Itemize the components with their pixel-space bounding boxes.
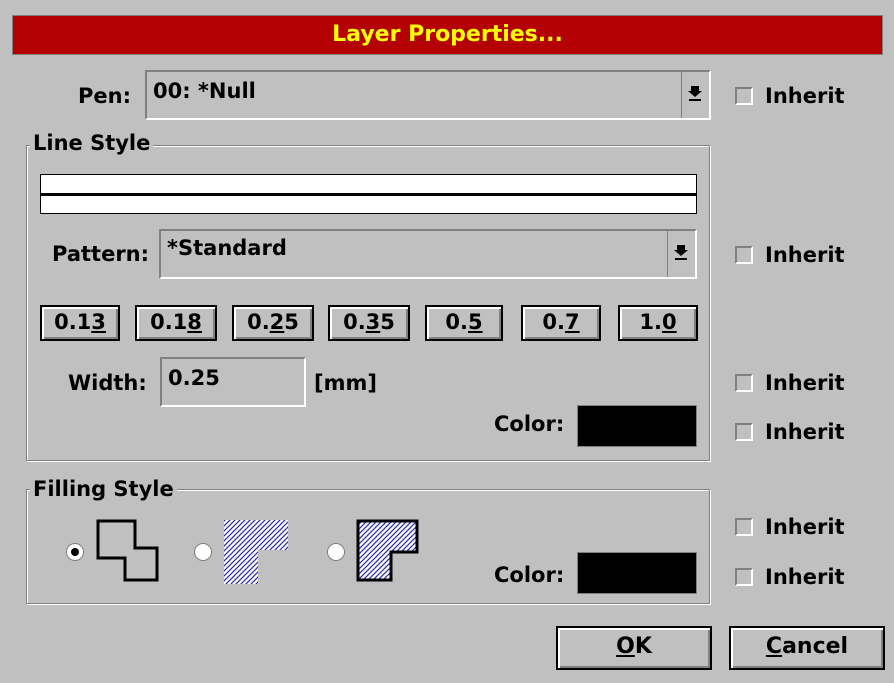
width-button-0-13[interactable]: 0.13: [40, 305, 120, 341]
fill-color-inherit-checkbox[interactable]: [735, 568, 753, 586]
fill-option-hatched-radio[interactable]: [194, 543, 212, 561]
width-button-0-35[interactable]: 0.35: [328, 305, 410, 341]
pen-dropdown-button[interactable]: [681, 72, 709, 118]
fill-color-swatch[interactable]: [577, 552, 697, 594]
window-title: Layer Properties...: [332, 22, 563, 47]
pen-inherit-label: Inherit: [765, 84, 845, 108]
width-button-0-7[interactable]: 0.7: [521, 305, 601, 341]
width-inherit-checkbox[interactable]: [735, 374, 753, 392]
line-color-inherit-label: Inherit: [765, 420, 845, 444]
pen-inherit-checkbox[interactable]: [735, 87, 753, 105]
cancel-button[interactable]: Cancel: [729, 626, 885, 670]
pattern-label: Pattern:: [52, 242, 150, 266]
width-button-0-25[interactable]: 0.25: [232, 305, 314, 341]
width-button-0-18[interactable]: 0.18: [135, 305, 217, 341]
title-bar: Layer Properties...: [12, 15, 883, 55]
pattern-dropdown[interactable]: *Standard: [159, 229, 697, 279]
width-unit-label: [mm]: [314, 371, 377, 395]
pattern-value: *Standard: [167, 236, 287, 260]
fill-outline-icon[interactable]: [95, 518, 161, 584]
fill-color-label: Color:: [494, 563, 565, 587]
pattern-inherit-label: Inherit: [765, 243, 845, 267]
line-preview-stroke: [41, 193, 696, 196]
line-color-swatch[interactable]: [577, 405, 697, 447]
width-value: 0.25: [168, 366, 220, 390]
line-style-group-title: Line Style: [30, 130, 154, 156]
fill-option-hatched-outline-radio[interactable]: [327, 543, 345, 561]
pen-dropdown[interactable]: 00: *Null: [145, 70, 711, 120]
width-label: Width:: [68, 371, 147, 395]
fill-option-outline-radio[interactable]: [66, 543, 84, 561]
width-input[interactable]: 0.25: [160, 357, 306, 407]
width-button-1-0[interactable]: 1.0: [618, 305, 698, 341]
line-preview: [40, 174, 697, 214]
fill-hatched-outline-icon[interactable]: [355, 518, 421, 584]
pen-value: 00: *Null: [153, 79, 256, 103]
pattern-inherit-checkbox[interactable]: [735, 246, 753, 264]
fill-hatched-icon[interactable]: [222, 518, 290, 586]
filling-inherit-label: Inherit: [765, 515, 845, 539]
width-button-0-5[interactable]: 0.5: [425, 305, 503, 341]
pattern-dropdown-button[interactable]: [667, 231, 695, 277]
filling-style-group-title: Filling Style: [30, 476, 177, 502]
dropdown-arrow-icon: [674, 245, 688, 260]
ok-button[interactable]: OK: [556, 626, 712, 670]
pen-label: Pen:: [78, 84, 131, 108]
width-inherit-label: Inherit: [765, 371, 845, 395]
line-color-inherit-checkbox[interactable]: [735, 423, 753, 441]
line-color-label: Color:: [494, 412, 565, 436]
dropdown-arrow-icon: [688, 86, 702, 101]
fill-color-inherit-label: Inherit: [765, 565, 845, 589]
filling-inherit-checkbox[interactable]: [735, 518, 753, 536]
